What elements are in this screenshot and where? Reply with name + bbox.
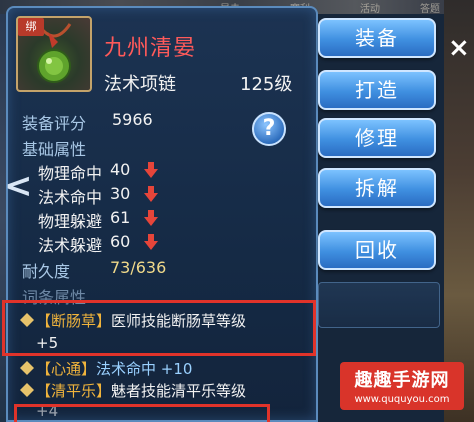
item-name: 九州清晏 [104, 36, 197, 61]
item-level: 125级 [240, 74, 293, 95]
diamond-bullet-icon [20, 383, 34, 397]
watermark-title: 趣趣手游网 [354, 370, 450, 391]
stat-name: 法术躲避 [38, 236, 103, 255]
score-value: 5966 [112, 110, 153, 129]
recycle-button[interactable]: 回收 [318, 230, 436, 270]
help-button[interactable]: ? [252, 112, 286, 146]
bound-badge: 绑 [18, 18, 44, 36]
previous-arrow-icon[interactable]: < [4, 166, 33, 206]
item-type: 法术项链 [104, 74, 176, 95]
stat-name: 物理躲避 [38, 212, 103, 231]
stat-value: 30 [110, 184, 131, 203]
highlight-box [2, 300, 316, 356]
decrease-arrow-icon [144, 186, 158, 202]
entry-tag: 【清平乐】 [36, 382, 112, 400]
dismantle-button[interactable]: 拆解 [318, 168, 436, 208]
equip-button[interactable]: 装备 [318, 18, 436, 58]
background-slot [318, 282, 440, 328]
entry-text: 魅者技能清平乐等级 [111, 382, 247, 400]
site-watermark: 趣趣手游网 www.ququyou.com [340, 362, 464, 410]
stat-value: 40 [110, 160, 131, 179]
decrease-arrow-icon [144, 162, 158, 178]
decrease-arrow-icon [144, 234, 158, 250]
watermark-url: www.ququyou.com [354, 394, 450, 405]
decrease-arrow-icon [144, 210, 158, 226]
entry-tag: 【心通】 [36, 360, 97, 378]
stat-value: 61 [110, 208, 131, 227]
durability-value: 73/636 [110, 258, 167, 277]
stat-value: 60 [110, 232, 131, 251]
score-label: 装备评分 [22, 114, 87, 133]
entry-line: 【心通】法术命中 +10 [36, 358, 192, 379]
entry-text: 法术命中 +10 [96, 360, 193, 378]
stat-name: 法术命中 [38, 188, 103, 207]
forge-button[interactable]: 打造 [318, 70, 436, 110]
entry-line: 【清平乐】魅者技能清平乐等级 [36, 380, 246, 401]
stat-name: 物理命中 [38, 164, 103, 183]
bg-text: 答题 [420, 4, 440, 15]
base-attrs-heading: 基础属性 [22, 140, 87, 159]
diamond-bullet-icon [20, 361, 34, 375]
repair-button[interactable]: 修理 [318, 118, 436, 158]
close-button[interactable]: × [448, 30, 474, 66]
bg-text: 活动 [360, 4, 380, 15]
highlight-box [14, 404, 270, 422]
durability-label: 耐久度 [22, 262, 71, 281]
